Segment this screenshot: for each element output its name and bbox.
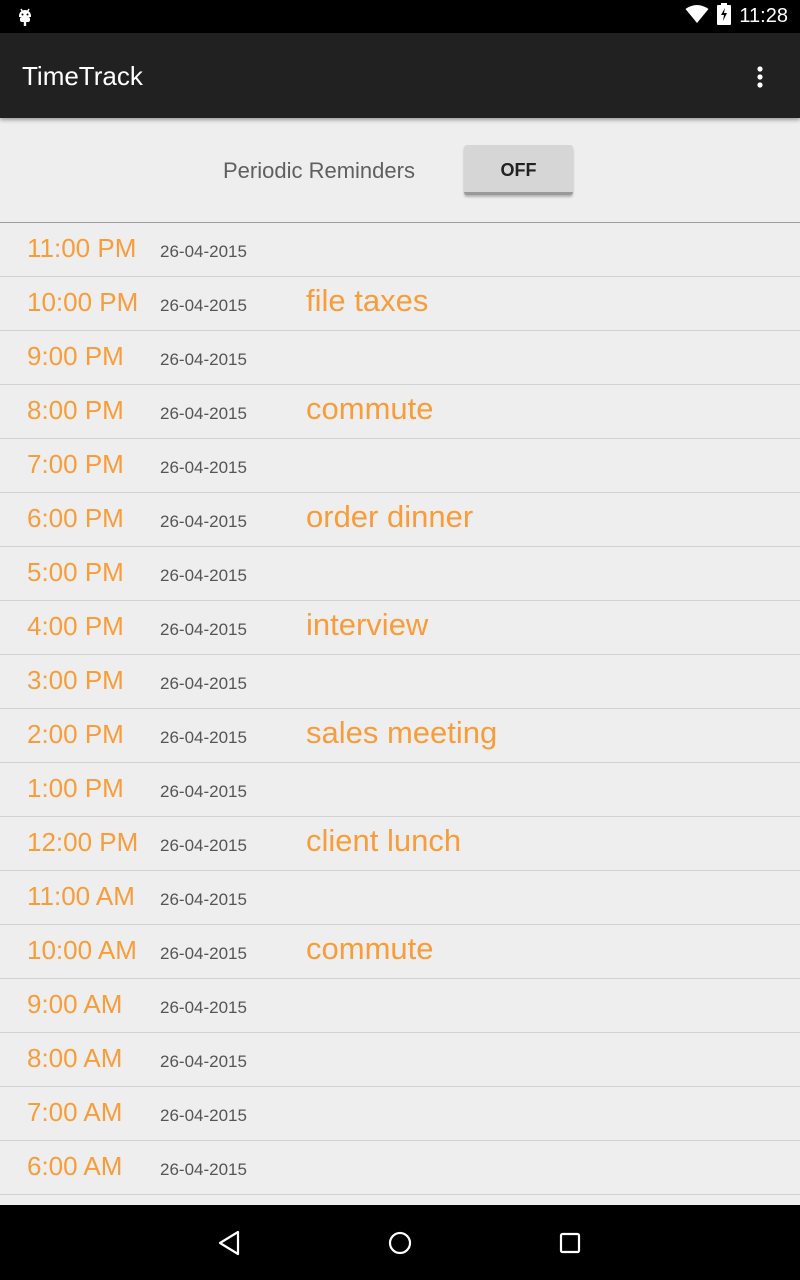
entry-time: 10:00 AM bbox=[27, 935, 137, 965]
entry-date: 26-04-2015 bbox=[160, 350, 247, 369]
entry-note: sales meeting bbox=[306, 715, 498, 750]
more-vert-icon[interactable] bbox=[740, 57, 780, 97]
entry-note: interview bbox=[306, 607, 429, 642]
entry-time: 12:00 PM bbox=[27, 827, 139, 857]
time-entry-row[interactable]: 6:00 PM 26-04-2015 order dinner bbox=[0, 493, 800, 547]
time-entry-list[interactable]: 11:00 PM 26-04-2015 10:00 PM 26-04-2015 file… bbox=[0, 223, 800, 1205]
entry-time: 2:00 PM bbox=[27, 719, 124, 749]
status-clock: 11:28 bbox=[739, 5, 788, 27]
time-entry-row[interactable]: 7:00 PM 26-04-2015 bbox=[0, 439, 800, 493]
recents-icon[interactable] bbox=[550, 1223, 590, 1263]
time-entry-row[interactable]: 2:00 PM 26-04-2015 sales meeting bbox=[0, 709, 800, 763]
time-entry-row[interactable]: 8:00 PM 26-04-2015 commute bbox=[0, 385, 800, 439]
entry-time: 7:00 PM bbox=[27, 449, 124, 479]
time-entry-row[interactable]: 12:00 PM 26-04-2015 client lunch bbox=[0, 817, 800, 871]
entry-date: 26-04-2015 bbox=[160, 1106, 247, 1125]
entry-date: 26-04-2015 bbox=[160, 674, 247, 693]
entry-date: 26-04-2015 bbox=[160, 728, 247, 747]
entry-date: 26-04-2015 bbox=[160, 296, 247, 315]
entry-date: 26-04-2015 bbox=[160, 404, 247, 423]
entry-time: 8:00 AM bbox=[27, 1043, 123, 1073]
entry-time: 11:00 AM bbox=[27, 881, 135, 911]
time-entry-row[interactable]: 5:00 PM 26-04-2015 bbox=[0, 547, 800, 601]
entry-time: 6:00 PM bbox=[27, 503, 124, 533]
navigation-bar bbox=[0, 1205, 800, 1280]
entry-date: 26-04-2015 bbox=[160, 512, 247, 531]
entry-date: 26-04-2015 bbox=[160, 782, 247, 801]
entry-time: 11:00 PM bbox=[27, 233, 137, 263]
entry-date: 26-04-2015 bbox=[160, 944, 247, 963]
time-entry-row[interactable]: 10:00 AM 26-04-2015 commute bbox=[0, 925, 800, 979]
home-icon[interactable] bbox=[380, 1223, 420, 1263]
back-icon[interactable] bbox=[210, 1223, 250, 1263]
entry-date: 26-04-2015 bbox=[160, 1052, 247, 1071]
entry-time: 3:00 PM bbox=[27, 665, 124, 695]
time-entry-row[interactable]: 9:00 AM 26-04-2015 bbox=[0, 979, 800, 1033]
app-bar: TimeTrack bbox=[0, 33, 800, 118]
time-entry-row[interactable]: 9:00 PM 26-04-2015 bbox=[0, 331, 800, 385]
entry-time: 8:00 PM bbox=[27, 395, 124, 425]
time-entry-row[interactable]: 11:00 AM 26-04-2015 bbox=[0, 871, 800, 925]
entry-time: 7:00 AM bbox=[27, 1097, 123, 1127]
time-entry-row[interactable]: 8:00 AM 26-04-2015 bbox=[0, 1033, 800, 1087]
time-entry-row[interactable]: 3:00 PM 26-04-2015 bbox=[0, 655, 800, 709]
android-notification-icon bbox=[14, 5, 36, 27]
entry-time: 10:00 PM bbox=[27, 287, 139, 317]
entry-note: order dinner bbox=[306, 499, 474, 534]
time-entry-row[interactable]: 7:00 AM 26-04-2015 bbox=[0, 1087, 800, 1141]
entry-date: 26-04-2015 bbox=[160, 1160, 247, 1179]
time-entry-row[interactable]: 10:00 PM 26-04-2015 file taxes bbox=[0, 277, 800, 331]
entry-date: 26-04-2015 bbox=[160, 620, 247, 639]
status-bar: 11:28 bbox=[0, 0, 800, 33]
entry-note: commute bbox=[306, 391, 434, 426]
entry-date: 26-04-2015 bbox=[160, 458, 247, 477]
periodic-reminders-row: Periodic Reminders OFF bbox=[0, 118, 800, 223]
periodic-reminders-label: Periodic Reminders bbox=[223, 158, 415, 183]
entry-time: 4:00 PM bbox=[27, 611, 124, 641]
battery-charging-icon bbox=[717, 3, 732, 30]
entry-note: file taxes bbox=[306, 283, 429, 318]
entry-date: 26-04-2015 bbox=[160, 242, 247, 261]
entry-date: 26-04-2015 bbox=[160, 836, 247, 855]
app-title: TimeTrack bbox=[22, 61, 143, 91]
entry-note: commute bbox=[306, 931, 434, 966]
time-entry-row[interactable]: 6:00 AM 26-04-2015 bbox=[0, 1141, 800, 1195]
wifi-icon bbox=[685, 4, 709, 29]
entry-date: 26-04-2015 bbox=[160, 566, 247, 585]
entry-note: client lunch bbox=[306, 823, 462, 858]
entry-time: 6:00 AM bbox=[27, 1151, 123, 1181]
entry-time: 9:00 PM bbox=[27, 341, 124, 371]
entry-time: 9:00 AM bbox=[27, 989, 123, 1019]
periodic-reminders-toggle[interactable]: OFF bbox=[464, 145, 573, 195]
time-entry-row[interactable]: 11:00 PM 26-04-2015 bbox=[0, 223, 800, 277]
status-icons: 11:28 bbox=[685, 0, 788, 33]
entry-date: 26-04-2015 bbox=[160, 998, 247, 1017]
entry-time: 1:00 PM bbox=[27, 773, 124, 803]
time-entry-row[interactable]: 1:00 PM 26-04-2015 bbox=[0, 763, 800, 817]
entry-time: 5:00 PM bbox=[27, 557, 124, 587]
entry-date: 26-04-2015 bbox=[160, 890, 247, 909]
time-entry-row[interactable]: 4:00 PM 26-04-2015 interview bbox=[0, 601, 800, 655]
